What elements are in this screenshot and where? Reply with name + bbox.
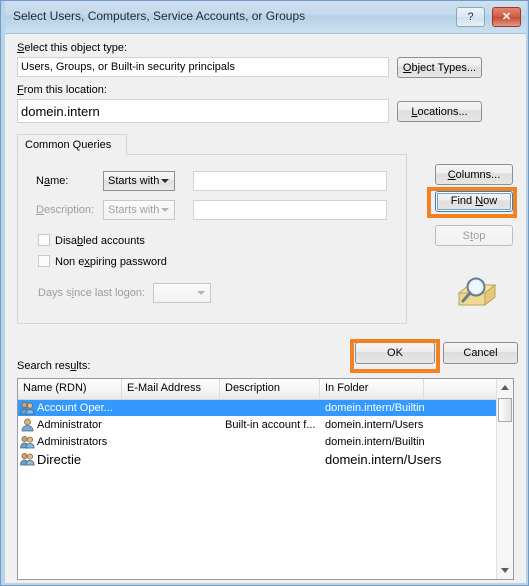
object-type-label-rest: elect this object type: (24, 42, 128, 54)
find-now-rest: ow (483, 195, 498, 207)
stop-button: Stop (435, 225, 513, 246)
cell-name: Directie (37, 452, 82, 467)
search-results-label: Search results: (17, 360, 90, 372)
disabled-accounts-label-pre: Disa (55, 235, 78, 247)
group-icon (20, 435, 35, 449)
cell-folder: domein.intern/Users (325, 419, 424, 431)
columns-rest: olumns... (455, 169, 501, 181)
ok-button[interactable]: OK (355, 342, 435, 364)
table-row[interactable]: Directie domein.intern/Users (18, 451, 513, 467)
cell-description (225, 400, 319, 416)
name-label: Name: (36, 175, 68, 187)
name-operator-value: Starts with (108, 175, 160, 187)
scroll-up-icon[interactable] (497, 379, 513, 396)
search-results-rest: lts: (76, 360, 91, 372)
non-expiring-label-pre: Non e (55, 256, 85, 268)
description-label-rest: escription: (43, 204, 95, 216)
user-icon (20, 418, 35, 432)
cell-email (127, 451, 219, 467)
name-label-pre: N (36, 175, 44, 187)
disabled-accounts-checkbox[interactable]: Disabled accounts (38, 234, 145, 247)
object-type-label: Select this object type: (17, 42, 127, 54)
column-header[interactable]: Name (RDN) (18, 379, 122, 399)
column-header[interactable] (424, 379, 504, 399)
cell-email (127, 400, 219, 416)
column-header[interactable]: Description (220, 379, 320, 399)
name-operator-select[interactable]: Starts with (103, 171, 175, 191)
title-bar: Select Users, Computers, Service Account… (1, 1, 528, 34)
description-label: Description: (36, 204, 94, 216)
days-since-logon-select (153, 283, 211, 303)
find-now-pre: Find (450, 195, 476, 207)
description-operator-select: Starts with (103, 200, 175, 220)
object-types-button[interactable]: Object Types... (397, 57, 482, 78)
cell-folder: domein.intern/Users (325, 452, 442, 467)
days-label-pre: Days s (38, 287, 72, 299)
object-type-field[interactable]: Users, Groups, or Built-in security prin… (17, 57, 389, 77)
select-users-dialog: Select Users, Computers, Service Account… (0, 0, 529, 586)
name-label-rest: me: (50, 175, 69, 187)
chevron-down-icon (161, 179, 169, 183)
table-row[interactable]: Account Oper... domein.intern/Builtin (18, 400, 513, 416)
non-expiring-label-rest: piring password (89, 256, 167, 268)
cell-description (225, 451, 319, 467)
chevron-down-icon (197, 291, 205, 295)
close-icon[interactable]: ✕ (492, 7, 521, 27)
cell-name: Administrators (37, 436, 108, 448)
stop-rest: op (473, 230, 486, 242)
scrollbar-thumb[interactable] (498, 398, 512, 422)
group-icon (20, 452, 35, 466)
help-button[interactable]: ? (456, 7, 485, 27)
triangle-up (501, 385, 509, 390)
cell-email (127, 417, 219, 433)
stop-pre: S (462, 230, 471, 242)
object-types-rest: bject Types... (411, 62, 477, 74)
search-results-pre: Search res (17, 360, 71, 372)
table-row[interactable]: Administrator Built-in account f... domein… (18, 417, 513, 433)
location-label-accel: F (17, 84, 24, 96)
checkbox-box (38, 234, 50, 246)
checkbox-box (38, 255, 50, 267)
cell-description: Built-in account f... (225, 419, 316, 431)
name-input[interactable] (193, 171, 387, 191)
list-scrollbar[interactable] (496, 379, 513, 579)
cell-folder: domein.intern/Builtin (325, 436, 425, 448)
triangle-down (501, 568, 509, 573)
disabled-accounts-label-rest: led accounts (83, 235, 145, 247)
cell-email (127, 434, 219, 450)
description-input (193, 200, 387, 220)
locations-rest: ocations... (417, 106, 468, 118)
locations-button[interactable]: Locations... (397, 101, 482, 122)
cancel-button[interactable]: Cancel (443, 342, 518, 364)
find-now-button[interactable]: Find Now (435, 191, 513, 212)
cell-name: Account Oper... (37, 402, 113, 414)
location-label-rest: rom this location: (23, 84, 107, 96)
location-label: From this location: (17, 84, 107, 96)
columns-button[interactable]: Columns... (435, 164, 513, 185)
chevron-down-icon (161, 208, 169, 212)
cell-folder: domein.intern/Builtin (325, 402, 425, 414)
group-icon (20, 401, 35, 415)
location-field[interactable]: domein.intern (17, 99, 389, 123)
days-since-logon-label: Days since last logon: (38, 287, 145, 299)
search-results-list[interactable]: Name (RDN) E-Mail Address Description In Fo… (17, 378, 514, 580)
column-header[interactable]: In Folder (320, 379, 424, 399)
dialog-client-area: Select this object type: Users, Groups, … (5, 34, 526, 583)
non-expiring-password-checkbox[interactable]: Non expiring password (38, 255, 167, 268)
days-label-rest: nce last logon: (74, 287, 146, 299)
description-operator-value: Starts with (108, 204, 160, 216)
column-header[interactable]: E-Mail Address (122, 379, 220, 399)
cell-name: Administrator (37, 419, 102, 431)
find-now-accel: N (475, 195, 484, 207)
scroll-down-icon[interactable] (497, 562, 513, 579)
cell-description (225, 434, 319, 450)
magnifier-folder-icon (455, 277, 497, 314)
description-label-accel: D (36, 204, 44, 216)
tab-common-queries[interactable]: Common Queries (17, 134, 127, 155)
columns-accel: C (447, 169, 456, 181)
window-title: Select Users, Computers, Service Account… (13, 9, 306, 23)
table-row[interactable]: Administrators domein.intern/Builtin (18, 434, 513, 450)
